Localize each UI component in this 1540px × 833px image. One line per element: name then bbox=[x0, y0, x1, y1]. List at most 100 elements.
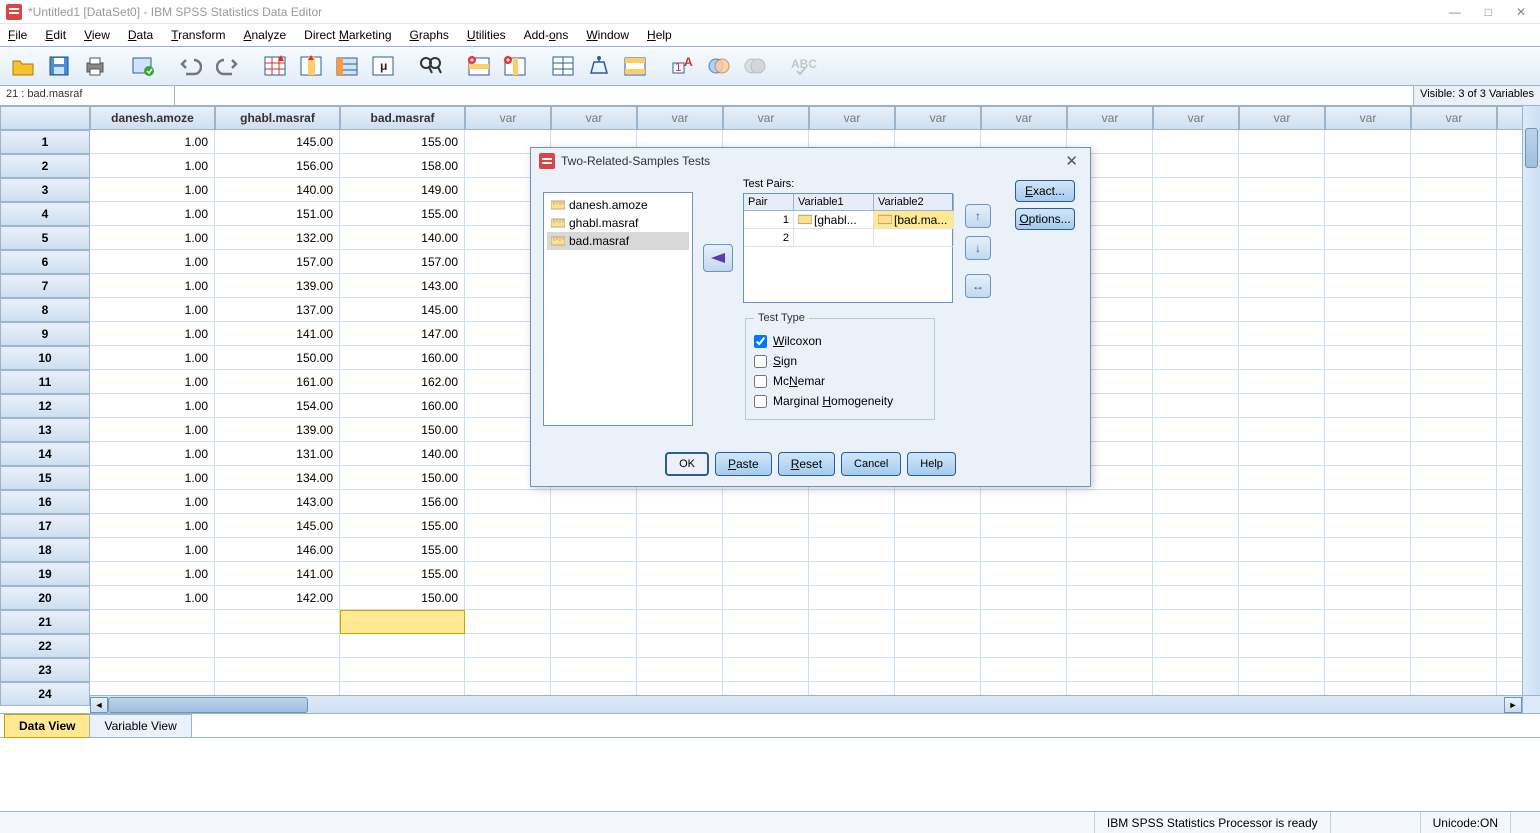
data-cell[interactable] bbox=[1239, 610, 1325, 634]
data-cell[interactable] bbox=[1411, 490, 1497, 514]
data-cell[interactable] bbox=[809, 586, 895, 610]
move-up-button[interactable]: ↑ bbox=[965, 204, 991, 228]
empty-col-header[interactable]: var bbox=[981, 106, 1067, 130]
data-cell[interactable] bbox=[1239, 538, 1325, 562]
data-cell[interactable]: 1.00 bbox=[90, 322, 215, 346]
row-header[interactable]: 3 bbox=[0, 178, 90, 202]
find-button[interactable] bbox=[414, 50, 448, 82]
data-cell[interactable] bbox=[465, 514, 551, 538]
data-cell[interactable] bbox=[1153, 490, 1239, 514]
data-cell[interactable]: 155.00 bbox=[340, 130, 465, 154]
empty-col-header[interactable]: var bbox=[637, 106, 723, 130]
data-cell[interactable] bbox=[723, 634, 809, 658]
show-all-button[interactable] bbox=[738, 50, 772, 82]
data-cell[interactable] bbox=[1153, 274, 1239, 298]
data-cell[interactable] bbox=[1239, 466, 1325, 490]
insert-cases-button[interactable] bbox=[462, 50, 496, 82]
open-button[interactable] bbox=[6, 50, 40, 82]
data-cell[interactable]: 143.00 bbox=[215, 490, 340, 514]
select-cases-button[interactable] bbox=[618, 50, 652, 82]
data-cell[interactable] bbox=[1411, 370, 1497, 394]
data-cell[interactable] bbox=[1067, 634, 1153, 658]
data-cell[interactable] bbox=[1325, 418, 1411, 442]
cell-value-editor[interactable] bbox=[175, 86, 1413, 105]
data-cell[interactable] bbox=[1153, 514, 1239, 538]
data-cell[interactable] bbox=[1411, 442, 1497, 466]
data-cell[interactable]: 1.00 bbox=[90, 274, 215, 298]
data-cell[interactable] bbox=[1239, 298, 1325, 322]
data-cell[interactable] bbox=[637, 490, 723, 514]
row-header[interactable]: 23 bbox=[0, 658, 90, 682]
menu-data[interactable]: Data bbox=[128, 28, 153, 42]
data-cell[interactable] bbox=[340, 634, 465, 658]
data-cell[interactable] bbox=[1153, 178, 1239, 202]
row-header[interactable]: 6 bbox=[0, 250, 90, 274]
data-cell[interactable]: 145.00 bbox=[215, 514, 340, 538]
dialog-close-button[interactable]: ✕ bbox=[1061, 152, 1082, 170]
data-cell[interactable] bbox=[1239, 634, 1325, 658]
data-cell[interactable] bbox=[1325, 274, 1411, 298]
var-item-ghabl[interactable]: ghabl.masraf bbox=[547, 214, 689, 232]
data-cell[interactable] bbox=[809, 610, 895, 634]
data-cell[interactable]: 137.00 bbox=[215, 298, 340, 322]
data-cell[interactable] bbox=[465, 490, 551, 514]
data-cell[interactable] bbox=[1325, 346, 1411, 370]
empty-col-header[interactable]: var bbox=[723, 106, 809, 130]
tab-variable-view[interactable]: Variable View bbox=[89, 714, 191, 738]
data-cell[interactable] bbox=[1325, 610, 1411, 634]
data-cell[interactable] bbox=[1325, 562, 1411, 586]
data-cell[interactable]: 1.00 bbox=[90, 250, 215, 274]
cancel-button[interactable]: Cancel bbox=[841, 452, 901, 476]
data-cell[interactable] bbox=[90, 610, 215, 634]
data-cell[interactable] bbox=[1239, 274, 1325, 298]
row-header[interactable]: 24 bbox=[0, 682, 90, 706]
data-cell[interactable] bbox=[1411, 634, 1497, 658]
data-cell[interactable] bbox=[1325, 226, 1411, 250]
row-header[interactable]: 8 bbox=[0, 298, 90, 322]
data-cell[interactable]: 143.00 bbox=[340, 274, 465, 298]
save-button[interactable] bbox=[42, 50, 76, 82]
data-cell[interactable]: 1.00 bbox=[90, 442, 215, 466]
data-cell[interactable] bbox=[1239, 658, 1325, 682]
data-cell[interactable] bbox=[1325, 466, 1411, 490]
data-cell[interactable] bbox=[637, 538, 723, 562]
data-cell[interactable] bbox=[1153, 562, 1239, 586]
row-header[interactable]: 10 bbox=[0, 346, 90, 370]
data-cell[interactable]: 161.00 bbox=[215, 370, 340, 394]
data-cell[interactable] bbox=[1411, 274, 1497, 298]
data-cell[interactable] bbox=[1153, 298, 1239, 322]
data-cell[interactable] bbox=[1325, 202, 1411, 226]
row-header[interactable]: 15 bbox=[0, 466, 90, 490]
menu-transform[interactable]: Transform bbox=[171, 28, 225, 42]
data-cell[interactable] bbox=[895, 514, 981, 538]
data-cell[interactable] bbox=[895, 538, 981, 562]
row-header[interactable]: 13 bbox=[0, 418, 90, 442]
empty-col-header[interactable]: var bbox=[551, 106, 637, 130]
data-cell[interactable] bbox=[465, 658, 551, 682]
data-cell[interactable]: 160.00 bbox=[340, 394, 465, 418]
data-cell[interactable] bbox=[1239, 346, 1325, 370]
print-button[interactable] bbox=[78, 50, 112, 82]
data-cell[interactable] bbox=[1153, 154, 1239, 178]
options-button[interactable]: Options... bbox=[1015, 208, 1075, 230]
data-cell[interactable]: 150.00 bbox=[340, 466, 465, 490]
data-cell[interactable] bbox=[551, 610, 637, 634]
data-cell[interactable] bbox=[1411, 514, 1497, 538]
data-cell[interactable] bbox=[981, 490, 1067, 514]
data-cell[interactable] bbox=[1153, 370, 1239, 394]
data-cell[interactable] bbox=[1067, 538, 1153, 562]
data-cell[interactable] bbox=[1239, 490, 1325, 514]
exact-button[interactable]: Exact... bbox=[1015, 180, 1075, 202]
data-cell[interactable] bbox=[465, 634, 551, 658]
data-cell[interactable] bbox=[1239, 562, 1325, 586]
menu-direct-marketing[interactable]: Direct Marketing bbox=[304, 28, 391, 42]
data-cell[interactable]: 1.00 bbox=[90, 154, 215, 178]
reset-button[interactable]: Reset bbox=[778, 452, 835, 476]
data-cell[interactable] bbox=[1411, 538, 1497, 562]
data-cell[interactable] bbox=[90, 634, 215, 658]
data-cell[interactable] bbox=[723, 562, 809, 586]
data-cell[interactable] bbox=[637, 514, 723, 538]
data-cell[interactable] bbox=[809, 562, 895, 586]
data-cell[interactable] bbox=[723, 514, 809, 538]
data-cell[interactable]: 150.00 bbox=[340, 418, 465, 442]
